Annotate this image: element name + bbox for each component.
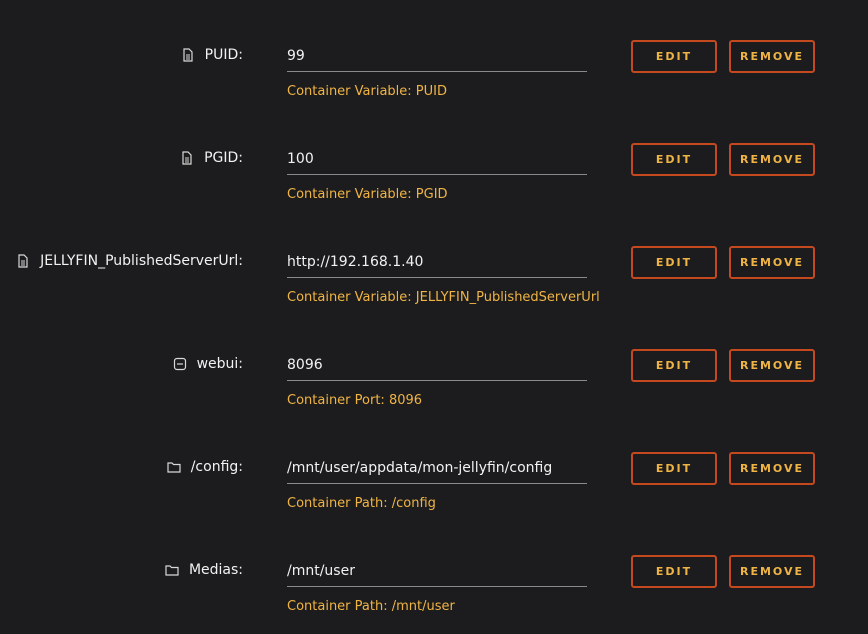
setting-label: JELLYFIN_PublishedServerUrl: xyxy=(16,253,243,269)
edit-button[interactable]: EDIT xyxy=(631,452,717,485)
remove-button[interactable]: REMOVE xyxy=(729,143,815,176)
remove-button[interactable]: REMOVE xyxy=(729,246,815,279)
setting-label: webui: xyxy=(173,356,243,372)
file-icon xyxy=(181,48,195,62)
setting-label: Medias: xyxy=(165,562,243,578)
setting-label: PGID: xyxy=(180,150,243,166)
setting-label-text: PUID: xyxy=(204,47,243,63)
setting-value-field[interactable]: 99 xyxy=(287,40,587,72)
setting-row-config: /config: /mnt/user/appdata/mon-jellyfin/… xyxy=(0,428,868,531)
edit-button[interactable]: EDIT xyxy=(631,555,717,588)
remove-button[interactable]: REMOVE xyxy=(729,349,815,382)
container-hint: Container Port: 8096 xyxy=(287,393,423,408)
edit-button[interactable]: EDIT xyxy=(631,143,717,176)
setting-value-field[interactable]: 8096 xyxy=(287,349,587,381)
setting-row-pgid: PGID: 100 Container Variable: PGID EDIT … xyxy=(0,119,868,222)
port-icon xyxy=(173,357,187,371)
setting-label-text: /config: xyxy=(190,459,243,475)
setting-label-text: JELLYFIN_PublishedServerUrl: xyxy=(40,253,243,269)
remove-button[interactable]: REMOVE xyxy=(729,555,815,588)
container-hint: Container Variable: PUID xyxy=(287,84,448,99)
remove-button[interactable]: REMOVE xyxy=(729,40,815,73)
edit-button[interactable]: EDIT xyxy=(631,40,717,73)
setting-value-field[interactable]: /mnt/user xyxy=(287,555,587,587)
setting-row-medias: Medias: /mnt/user Container Path: /mnt/u… xyxy=(0,531,868,634)
container-hint: Container Path: /mnt/user xyxy=(287,599,455,614)
setting-label-text: webui: xyxy=(196,356,243,372)
setting-value-field[interactable]: /mnt/user/appdata/mon-jellyfin/config xyxy=(287,452,587,484)
container-hint: Container Variable: JELLYFIN_PublishedSe… xyxy=(287,290,600,305)
folder-icon xyxy=(167,460,181,474)
container-hint: Container Path: /config xyxy=(287,496,436,511)
remove-button[interactable]: REMOVE xyxy=(729,452,815,485)
setting-value-field[interactable]: 100 xyxy=(287,143,587,175)
setting-row-puid: PUID: 99 Container Variable: PUID EDIT R… xyxy=(0,16,868,119)
edit-button[interactable]: EDIT xyxy=(631,246,717,279)
setting-value-field[interactable]: http://192.168.1.40 xyxy=(287,246,587,278)
setting-label-text: PGID: xyxy=(204,150,243,166)
container-hint: Container Variable: PGID xyxy=(287,187,448,202)
edit-button[interactable]: EDIT xyxy=(631,349,717,382)
setting-row-jellyfin-url: JELLYFIN_PublishedServerUrl: http://192.… xyxy=(0,222,868,325)
file-icon xyxy=(180,151,194,165)
setting-label-text: Medias: xyxy=(188,562,243,578)
setting-label: PUID: xyxy=(181,47,243,63)
setting-label: /config: xyxy=(167,459,243,475)
file-icon xyxy=(16,254,30,268)
setting-row-webui: webui: 8096 Container Port: 8096 EDIT RE… xyxy=(0,325,868,428)
folder-icon xyxy=(165,563,179,577)
